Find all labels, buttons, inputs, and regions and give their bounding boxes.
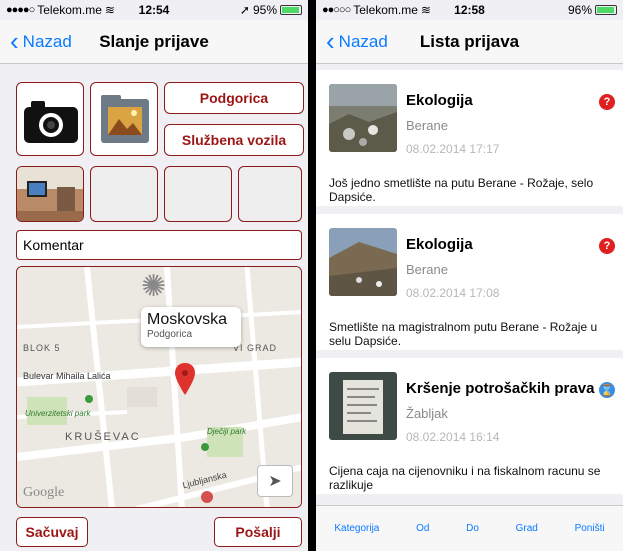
- map-label-univerzitetski-park: Univerzitetski park: [25, 409, 91, 418]
- list-item[interactable]: Ekologija Berane 08.02.2014 17:17 Još je…: [316, 70, 623, 206]
- battery-percent: 96%: [567, 3, 592, 17]
- report-list-screen: ●●○○○ Telekom.me ≋ 12:58 96% ‹ Nazad Lista …: [316, 0, 623, 551]
- tab-ponisti[interactable]: Poništi: [575, 523, 605, 534]
- back-label: Nazad: [22, 32, 72, 51]
- report-thumbnail: [329, 372, 397, 440]
- status-bar: ●●●●○ Telekom.me ≋ 12:54 ➚ 95%: [0, 0, 308, 20]
- navigation-bar: ‹ Nazad Lista prijava: [316, 20, 623, 64]
- report-description: Cijena caja na cijenovniku i na fiskalno…: [329, 464, 601, 492]
- report-city: Berane: [406, 262, 448, 277]
- tab-do[interactable]: Do: [466, 523, 479, 534]
- send-button[interactable]: Pošalji: [214, 517, 302, 547]
- carrier-name: Telekom.me: [37, 3, 102, 17]
- report-date: 08.02.2014 16:14: [406, 430, 500, 444]
- carrier-name: Telekom.me: [353, 3, 418, 17]
- filter-tab-bar: Kategorija Od Do Grad Poništi: [316, 505, 623, 551]
- navigation-bar: ‹ Nazad Slanje prijave: [0, 20, 308, 64]
- comment-input[interactable]: Komentar: [16, 230, 302, 260]
- tab-kategorija[interactable]: Kategorija: [334, 523, 379, 534]
- signal-icon: ●●●●○: [6, 4, 35, 16]
- signal-icon: ●●○○○: [322, 4, 351, 16]
- report-date: 08.02.2014 17:08: [406, 286, 500, 300]
- photo-slot-4[interactable]: [238, 166, 302, 222]
- report-category: Ekologija: [406, 236, 473, 253]
- map-pin-icon[interactable]: [175, 363, 195, 395]
- tab-grad[interactable]: Grad: [516, 523, 538, 534]
- camera-button[interactable]: [16, 82, 84, 156]
- callout-title: Moskovska: [147, 311, 228, 328]
- photo-slot-2[interactable]: [90, 166, 158, 222]
- battery-icon: [595, 5, 617, 15]
- question-icon: ?: [599, 238, 615, 254]
- navigation-arrow-icon: ➤: [268, 473, 282, 490]
- loading-spinner-icon: ✺: [141, 270, 167, 303]
- report-thumbnail: [329, 228, 397, 296]
- google-logo: Google: [23, 485, 65, 500]
- chevron-left-icon: ‹: [10, 25, 19, 56]
- wifi-icon: ≋: [104, 3, 115, 17]
- map-label-krusevac: KRUŠEVAC: [65, 431, 141, 443]
- locate-me-button[interactable]: ➤: [257, 465, 293, 497]
- report-category: Kršenje potrošačkih prava: [406, 380, 595, 397]
- gallery-button[interactable]: [90, 82, 158, 156]
- category-select-button[interactable]: Službena vozila: [164, 124, 304, 156]
- chevron-left-icon: ‹: [326, 25, 335, 56]
- location-icon: ➚: [239, 3, 250, 17]
- city-select-button[interactable]: Podgorica: [164, 82, 304, 114]
- report-list: Ekologija Berane 08.02.2014 17:17 Još je…: [316, 64, 623, 505]
- battery-percent: 95%: [252, 3, 277, 17]
- map-label-blok5: BLOK 5: [23, 343, 61, 353]
- list-item[interactable]: Kršenje potrošačkih prava Žabljak 08.02.…: [316, 358, 623, 494]
- photo-slot-1[interactable]: [16, 166, 84, 222]
- report-city: Berane: [406, 118, 448, 133]
- map-label-bulevar: Bulevar Mihaila Lalića: [23, 371, 111, 381]
- report-form-screen: ●●●●○ Telekom.me ≋ 12:54 ➚ 95% ‹ Nazad Slanj…: [0, 0, 308, 551]
- back-label: Nazad: [338, 32, 388, 51]
- wifi-icon: ≋: [420, 3, 431, 17]
- callout-subtitle: Podgorica: [147, 329, 193, 340]
- map-callout[interactable]: Moskovska Podgorica: [141, 307, 241, 347]
- camera-icon: [24, 101, 78, 143]
- status-bar: ●●○○○ Telekom.me ≋ 12:58 96%: [316, 0, 623, 20]
- back-button[interactable]: ‹ Nazad: [326, 20, 388, 64]
- save-button[interactable]: Sačuvaj: [16, 517, 88, 547]
- list-item[interactable]: Ekologija Berane 08.02.2014 17:08 Smetli…: [316, 214, 623, 350]
- report-description: Još jedno smetlište na putu Berane - Rož…: [329, 176, 594, 204]
- report-category: Ekologija: [406, 92, 473, 109]
- hourglass-icon: ⌛: [599, 382, 615, 398]
- map-view[interactable]: ✺ BLOK 5 VI GRAD Bulevar Mihaila Lalića …: [16, 266, 302, 508]
- question-icon: ?: [599, 94, 615, 110]
- report-description: Smetlište na magistralnom putu Berane - …: [329, 320, 598, 348]
- map-label-djeciji-park: Dječiji park: [207, 427, 247, 436]
- report-city: Žabljak: [406, 406, 448, 421]
- photo-slot-3[interactable]: [164, 166, 232, 222]
- report-thumbnail: [329, 84, 397, 152]
- tab-od[interactable]: Od: [416, 523, 429, 534]
- photo-folder-icon: [101, 95, 149, 143]
- photo-thumbnail: [17, 167, 83, 221]
- battery-icon: [280, 5, 302, 15]
- report-date: 08.02.2014 17:17: [406, 142, 500, 156]
- back-button[interactable]: ‹ Nazad: [10, 20, 72, 64]
